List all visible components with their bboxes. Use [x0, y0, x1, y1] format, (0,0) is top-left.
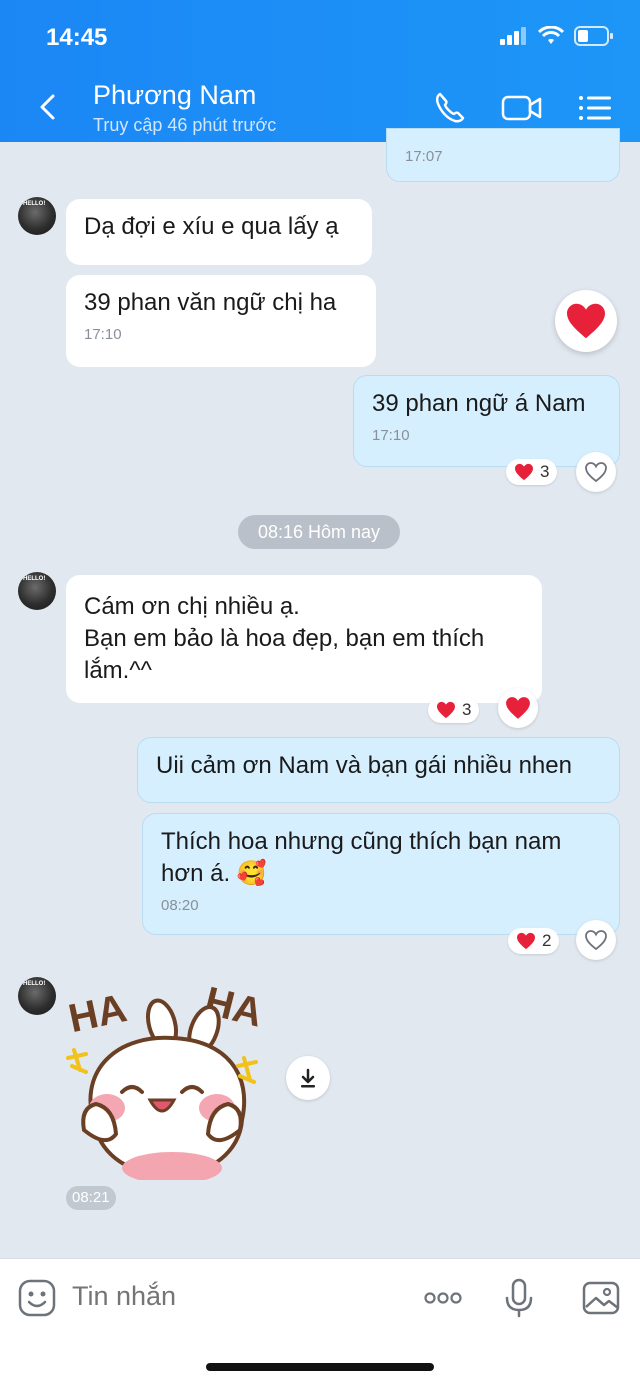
message-text: Uii cảm ơn Nam và bạn gái nhiều nhen [156, 752, 572, 779]
message-bubble-outgoing[interactable]: Uii cảm ơn Nam và bạn gái nhiều nhen [137, 737, 620, 803]
message-time: 17:10 [372, 427, 410, 444]
more-options-icon[interactable] [422, 1277, 464, 1319]
heart-icon [437, 701, 455, 719]
home-indicator[interactable] [206, 1363, 434, 1371]
message-bubble-outgoing[interactable]: Thích hoa nhưng cũng thích bạn nam hơn á… [142, 813, 620, 935]
message-input-bar [0, 1258, 640, 1385]
download-icon [301, 1068, 315, 1088]
message-time: 08:21 [66, 1186, 116, 1210]
chat-header: 14:45 Phương Nam Truy cập 46 phút trước [0, 0, 640, 142]
sticker-laughing-bunny[interactable]: HA HA [62, 980, 272, 1180]
message-time: 17:07 [405, 148, 443, 165]
heart-icon [515, 463, 533, 481]
message-input[interactable] [72, 1281, 392, 1312]
message-text: 39 phan ngữ á Nam [372, 390, 586, 417]
battery-icon [574, 26, 613, 46]
heart-icon [517, 932, 535, 950]
message-text-line: Cám ơn chị nhiều ạ. [84, 593, 300, 620]
avatar[interactable]: HELLO! [18, 572, 56, 610]
react-button[interactable] [576, 920, 616, 960]
avatar[interactable]: HELLO! [18, 197, 56, 235]
message-bubble-incoming[interactable]: Cám ơn chị nhiều ạ. Bạn em bảo là hoa đẹ… [66, 575, 542, 703]
message-time: 17:10 [84, 326, 122, 343]
reaction-count: 3 [540, 462, 550, 481]
heart-icon [567, 303, 605, 339]
message-text-line: Bạn em bảo là hoa đẹp, bạn em thích lắm.… [84, 625, 485, 684]
reaction-count: 3 [462, 700, 472, 719]
message-text: Dạ đợi e xíu e qua lấy ạ [84, 213, 339, 240]
heart-icon [506, 697, 530, 719]
image-gallery-icon[interactable] [580, 1277, 622, 1319]
back-arrow-icon[interactable] [34, 92, 64, 122]
microphone-icon[interactable] [498, 1277, 540, 1319]
react-heart-button[interactable] [555, 290, 617, 352]
message-text: Thích hoa nhưng cũng thích bạn nam hơn á… [161, 828, 562, 887]
reaction-count-badge[interactable]: 2 [508, 928, 560, 954]
sticker-text: HA [65, 986, 131, 1041]
heart-outline-icon [585, 930, 607, 951]
heart-outline-icon [585, 462, 607, 483]
react-button[interactable] [576, 452, 616, 492]
emoji-icon[interactable] [16, 1277, 58, 1319]
message-bubble-outgoing[interactable]: 39 phan ngữ á Nam 17:10 [353, 375, 620, 467]
message-bubble-incoming[interactable]: Dạ đợi e xíu e qua lấy ạ [66, 199, 372, 265]
message-time: 08:20 [161, 897, 199, 914]
reaction-count-badge[interactable]: 3 [506, 459, 558, 485]
last-seen-status: Truy cập 46 phút trước [93, 115, 277, 135]
menu-list-icon[interactable] [576, 88, 616, 128]
status-time: 14:45 [46, 24, 108, 51]
phone-icon[interactable] [430, 88, 470, 128]
status-icons [500, 26, 614, 46]
reaction-count-badge[interactable]: 3 [428, 697, 480, 723]
message-bubble-outgoing[interactable]: 17:07 [386, 128, 620, 182]
download-sticker-button[interactable] [286, 1056, 330, 1100]
reaction-count: 2 [542, 931, 552, 950]
wifi-icon [538, 26, 564, 44]
video-call-icon[interactable] [500, 88, 544, 128]
message-text: 39 phan văn ngữ chị ha [84, 289, 337, 316]
date-divider: 08:16 Hôm nay [238, 515, 400, 549]
avatar[interactable]: HELLO! [18, 977, 56, 1015]
contact-name[interactable]: Phương Nam [93, 80, 256, 111]
message-bubble-incoming[interactable]: 39 phan văn ngữ chị ha 17:10 [66, 275, 376, 367]
signal-icon [500, 27, 526, 45]
react-button[interactable] [498, 688, 538, 728]
